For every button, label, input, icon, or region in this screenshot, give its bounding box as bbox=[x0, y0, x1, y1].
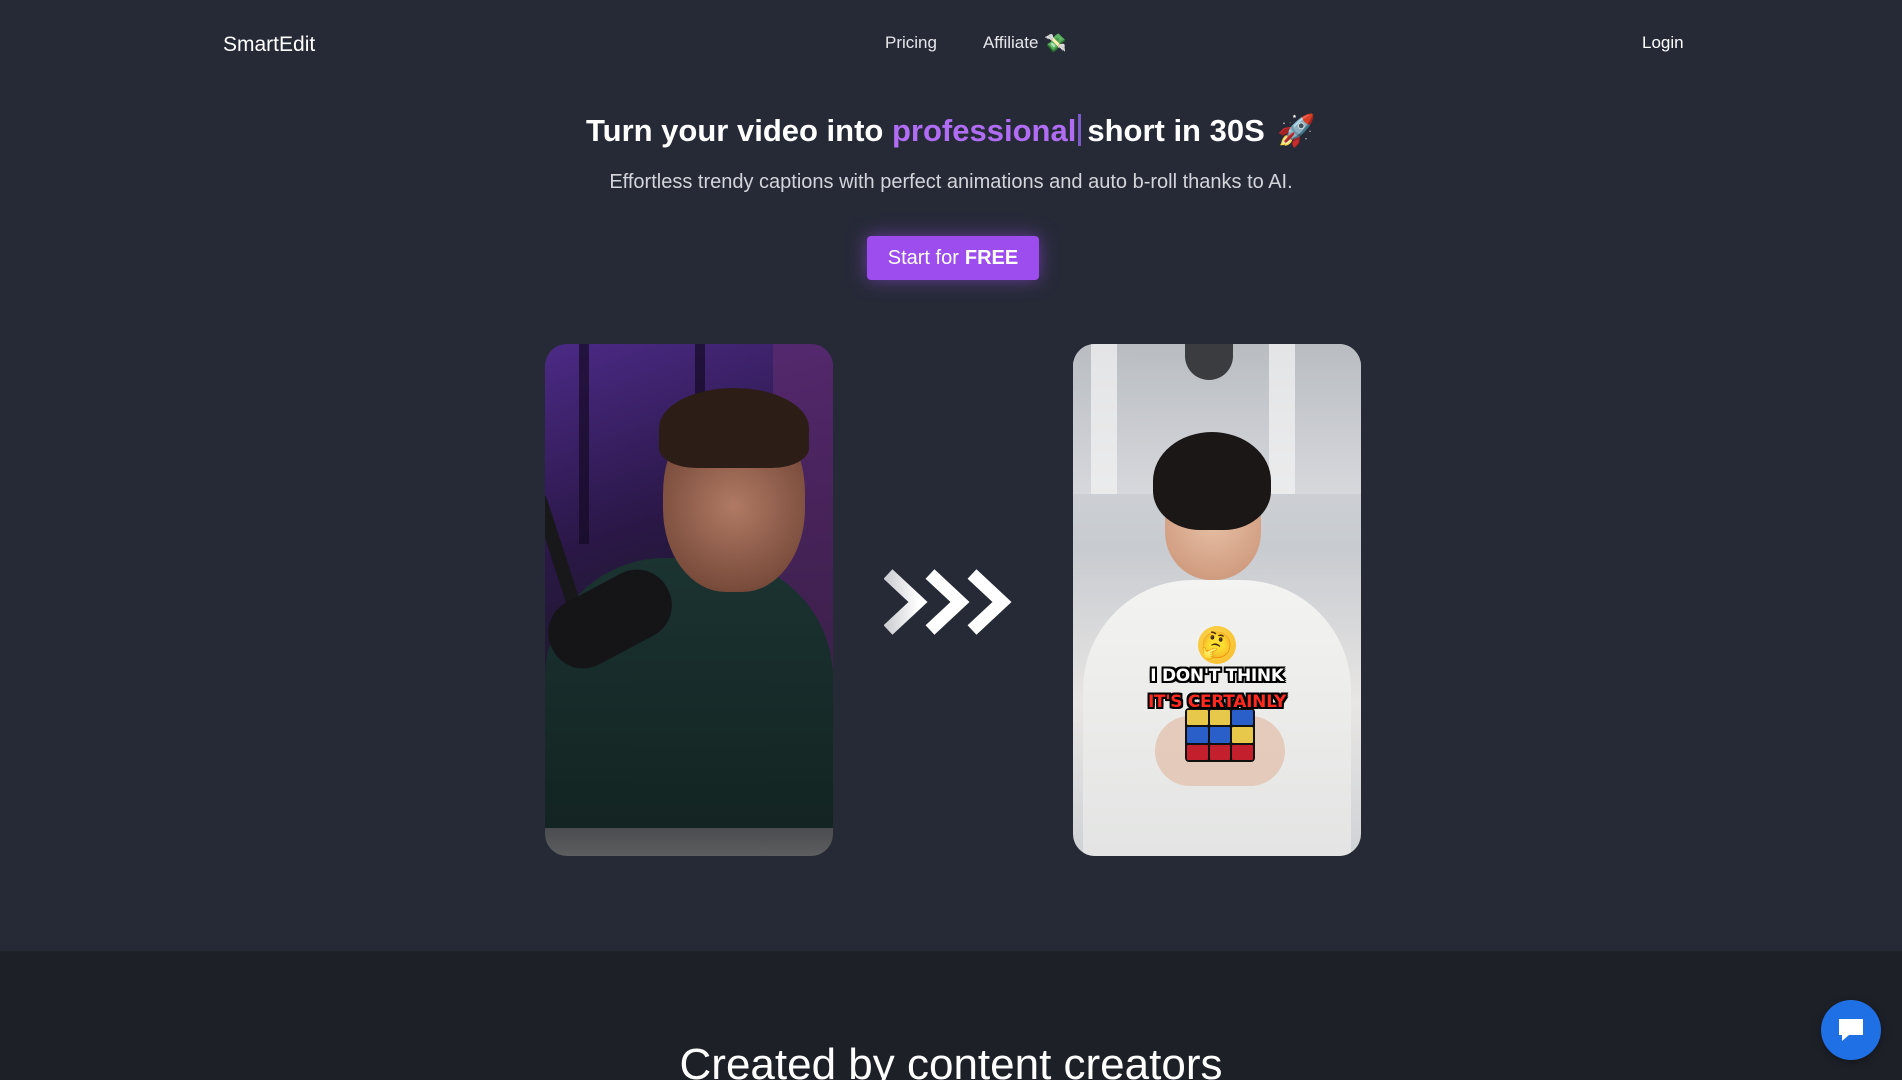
desk bbox=[545, 828, 833, 856]
thinking-face-icon: 🤔 bbox=[1198, 626, 1236, 664]
rubiks-cube bbox=[1185, 708, 1255, 762]
start-free-button[interactable]: Start for FREE bbox=[867, 236, 1039, 280]
hero-title-start: Turn your video into bbox=[586, 113, 884, 148]
typing-caret bbox=[1078, 114, 1082, 146]
hero-title-accent: professional bbox=[892, 113, 1077, 148]
ceiling-beam bbox=[1269, 344, 1295, 494]
nav-link-pricing[interactable]: Pricing bbox=[885, 33, 937, 53]
top-nav: SmartEdit Pricing Affiliate 💸 Login bbox=[0, 0, 1902, 90]
landing-page: SmartEdit Pricing Affiliate 💸 Login Turn… bbox=[0, 0, 1902, 1080]
background-stripe bbox=[579, 344, 589, 544]
cta-label-bold: FREE bbox=[964, 246, 1019, 269]
cta-label-prefix: Start for bbox=[887, 246, 959, 269]
before-video[interactable] bbox=[545, 344, 833, 856]
caption-line-1: I DON'T THINK bbox=[1150, 666, 1284, 686]
nav-links: Pricing Affiliate 💸 bbox=[885, 33, 1067, 53]
nav-link-affiliate[interactable]: Affiliate 💸 bbox=[983, 33, 1067, 53]
nav-link-label: Pricing bbox=[885, 33, 937, 52]
login-link[interactable]: Login bbox=[1642, 33, 1684, 53]
money-with-wings-icon: 💸 bbox=[1044, 33, 1067, 53]
brand-logo[interactable]: SmartEdit bbox=[223, 33, 315, 57]
hero-title-end: short in 30S bbox=[1087, 113, 1265, 148]
hero-subtitle: Effortless trendy captions with perfect … bbox=[609, 171, 1293, 193]
hero-title: Turn your video into professional short i… bbox=[0, 112, 1902, 149]
triple-chevron-right-icon bbox=[884, 569, 1012, 635]
host-hair bbox=[659, 388, 809, 468]
section-title: Created by content creators bbox=[679, 1040, 1223, 1080]
kid-hair bbox=[1153, 432, 1271, 530]
caption-line-2: IT'S CERTAINLY bbox=[1148, 692, 1286, 712]
ceiling-beam bbox=[1091, 344, 1117, 494]
chat-widget-button[interactable] bbox=[1821, 1000, 1881, 1060]
nav-link-label: Affiliate bbox=[982, 33, 1039, 52]
rocket-icon: 🚀 bbox=[1277, 113, 1316, 148]
after-video[interactable]: 🤔 I DON'T THINK IT'S CERTAINLY bbox=[1073, 344, 1361, 856]
chat-icon bbox=[1839, 1019, 1863, 1041]
